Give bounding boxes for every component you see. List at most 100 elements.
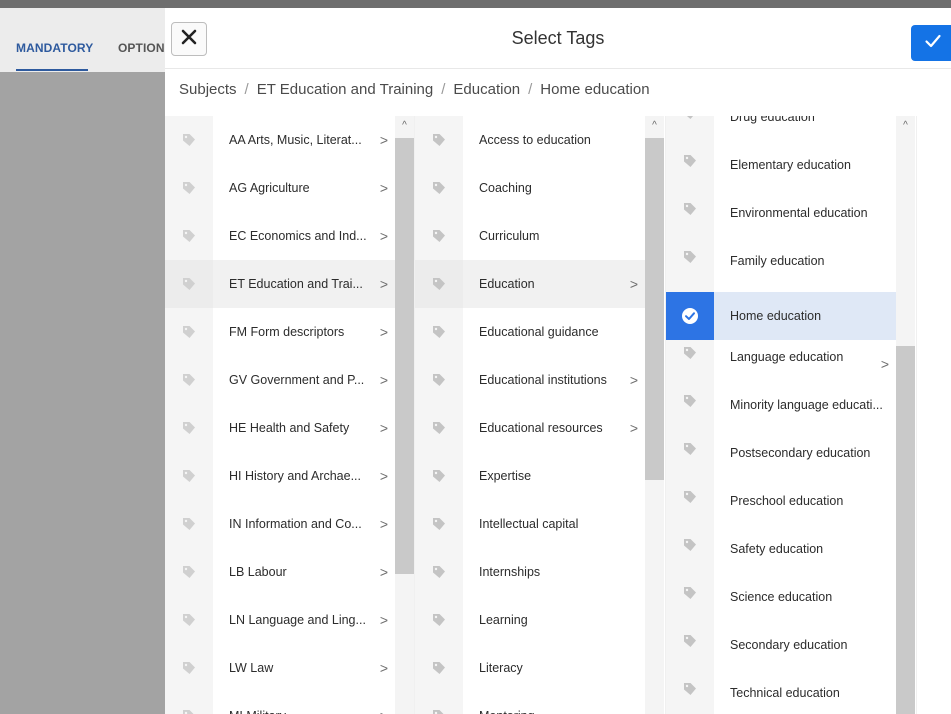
tag-item[interactable]: Home education [666, 292, 896, 340]
breadcrumb-item[interactable]: Home education [540, 81, 649, 98]
tag-item[interactable]: Educational institutions > [415, 356, 645, 404]
tab-mandatory[interactable]: MANDATORY [16, 41, 93, 55]
tag-item[interactable]: ET Education and Trai... > [165, 260, 395, 308]
tag-item[interactable]: Minority language educati... [666, 388, 896, 436]
scrollbar[interactable]: ^ [896, 116, 915, 714]
confirm-button[interactable] [911, 25, 951, 61]
breadcrumb-item[interactable]: ET Education and Training [257, 81, 434, 98]
tag-icon[interactable] [165, 404, 213, 452]
chevron-right-icon[interactable]: > [373, 564, 395, 580]
chevron-right-icon[interactable]: > [623, 276, 645, 292]
tag-item[interactable]: Access to education [415, 116, 645, 164]
tag-item[interactable]: Science education [666, 580, 896, 628]
scrollbar[interactable]: ^ [395, 116, 414, 714]
tag-item[interactable]: LB Labour > [165, 548, 395, 596]
tag-icon[interactable] [666, 340, 714, 388]
tag-item[interactable]: Internships [415, 548, 645, 596]
chevron-right-icon[interactable]: > [373, 660, 395, 676]
tag-icon[interactable] [666, 484, 714, 532]
scrollbar-thumb[interactable] [645, 138, 664, 480]
tag-item[interactable]: Intellectual capital [415, 500, 645, 548]
tag-icon[interactable] [165, 452, 213, 500]
tag-icon[interactable] [165, 164, 213, 212]
scrollbar[interactable]: ^ [645, 116, 664, 714]
tag-icon[interactable] [415, 500, 463, 548]
tag-icon[interactable] [415, 644, 463, 692]
tag-item[interactable]: Curriculum [415, 212, 645, 260]
tag-icon[interactable] [415, 164, 463, 212]
tag-icon[interactable] [415, 692, 463, 714]
tag-item[interactable]: Language education > [666, 340, 896, 388]
tag-item[interactable]: Drug education [666, 116, 896, 148]
tag-icon[interactable] [415, 548, 463, 596]
tag-icon[interactable] [165, 212, 213, 260]
tag-icon[interactable] [666, 580, 714, 628]
tag-item[interactable]: Learning [415, 596, 645, 644]
tag-item[interactable]: Literacy [415, 644, 645, 692]
chevron-right-icon[interactable]: > [373, 468, 395, 484]
scrollbar-thumb[interactable] [395, 138, 414, 574]
breadcrumb-item[interactable]: Subjects [179, 81, 237, 98]
tag-item[interactable]: Education > [415, 260, 645, 308]
chevron-right-icon[interactable]: > [373, 612, 395, 628]
checkmark-circle-icon[interactable] [666, 292, 714, 340]
tag-item[interactable]: Educational resources > [415, 404, 645, 452]
tag-item[interactable]: Secondary education [666, 628, 896, 676]
chevron-right-icon[interactable]: > [373, 516, 395, 532]
tag-icon[interactable] [165, 596, 213, 644]
tag-icon[interactable] [415, 404, 463, 452]
tag-icon[interactable] [165, 644, 213, 692]
tag-item[interactable]: EC Economics and Ind... > [165, 212, 395, 260]
tag-item[interactable]: Technical education [666, 676, 896, 714]
tag-item[interactable]: IN Information and Co... > [165, 500, 395, 548]
tag-item[interactable]: GV Government and P... > [165, 356, 395, 404]
tag-icon[interactable] [415, 116, 463, 164]
tag-icon[interactable] [415, 212, 463, 260]
chevron-right-icon[interactable]: > [373, 324, 395, 340]
chevron-right-icon[interactable]: > [373, 180, 395, 196]
tag-icon[interactable] [415, 260, 463, 308]
tag-icon[interactable] [666, 676, 714, 714]
tag-icon[interactable] [415, 308, 463, 356]
tag-item[interactable]: Preschool education [666, 484, 896, 532]
tag-icon[interactable] [666, 532, 714, 580]
tag-item[interactable]: HE Health and Safety > [165, 404, 395, 452]
tag-icon[interactable] [165, 116, 213, 164]
scrollbar-thumb[interactable] [896, 346, 915, 714]
tag-item[interactable]: MI Military> [165, 692, 395, 714]
tag-item[interactable]: Postsecondary education [666, 436, 896, 484]
breadcrumb-item[interactable]: Education [453, 81, 520, 98]
tag-icon[interactable] [666, 388, 714, 436]
tag-item[interactable]: LN Language and Ling... > [165, 596, 395, 644]
tag-icon[interactable] [165, 500, 213, 548]
tag-item[interactable]: Family education [666, 244, 896, 292]
tag-item[interactable]: LW Law > [165, 644, 395, 692]
tag-icon[interactable] [666, 244, 714, 292]
tag-item[interactable]: Expertise [415, 452, 645, 500]
tag-icon[interactable] [666, 196, 714, 244]
tag-icon[interactable] [415, 452, 463, 500]
tag-item[interactable]: Educational guidance [415, 308, 645, 356]
tag-item[interactable]: AA Arts, Music, Literat... > [165, 116, 395, 164]
tag-icon[interactable] [165, 308, 213, 356]
chevron-right-icon[interactable]: > [373, 708, 395, 714]
tag-icon[interactable] [666, 116, 714, 148]
scroll-up-icon[interactable]: ^ [395, 120, 414, 131]
tag-icon[interactable] [165, 356, 213, 404]
tag-icon[interactable] [666, 436, 714, 484]
tag-item[interactable]: AG Agriculture > [165, 164, 395, 212]
tag-icon[interactable] [165, 260, 213, 308]
tag-icon[interactable] [666, 628, 714, 676]
chevron-right-icon[interactable]: > [874, 356, 896, 372]
chevron-right-icon[interactable]: > [373, 276, 395, 292]
chevron-right-icon[interactable]: > [623, 372, 645, 388]
tag-item[interactable]: Elementary education [666, 148, 896, 196]
chevron-right-icon[interactable]: > [373, 132, 395, 148]
tag-item[interactable]: Mentoring [415, 692, 645, 714]
scroll-up-icon[interactable]: ^ [896, 120, 915, 131]
tag-item[interactable]: HI History and Archae... > [165, 452, 395, 500]
tag-item[interactable]: Safety education [666, 532, 896, 580]
chevron-right-icon[interactable]: > [623, 420, 645, 436]
tag-item[interactable]: Coaching [415, 164, 645, 212]
chevron-right-icon[interactable]: > [373, 372, 395, 388]
